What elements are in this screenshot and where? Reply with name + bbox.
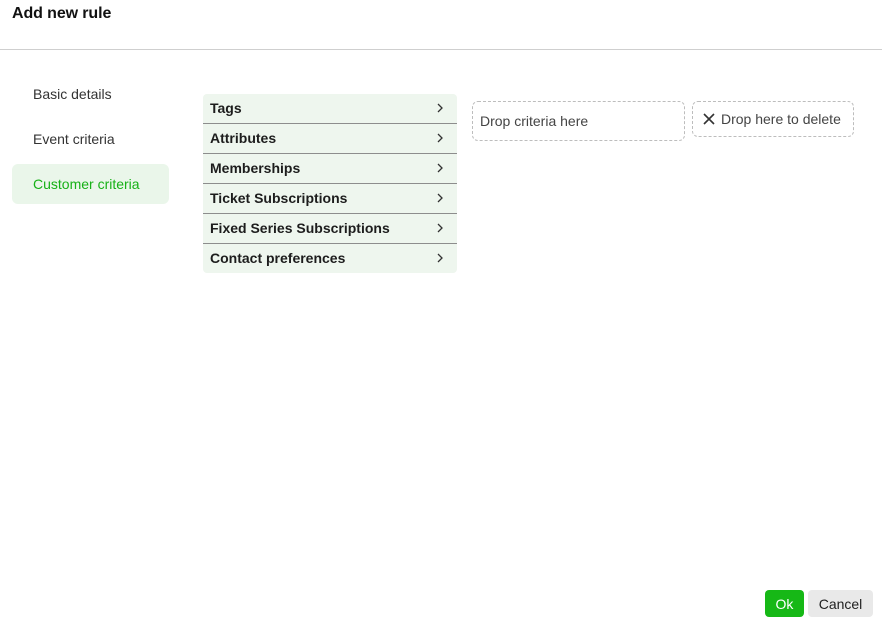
sidebar-item-label: Basic details [33,86,112,102]
dialog-title: Add new rule [12,5,112,22]
chevron-right-icon [437,103,443,113]
criteria-item-label: Attributes [210,130,277,146]
sidebar-item-label: Event criteria [33,131,115,147]
cancel-button[interactable]: Cancel [808,590,873,617]
chevron-right-icon [437,133,443,143]
criteria-item-memberships[interactable]: Memberships [203,154,457,184]
chevron-right-icon [437,163,443,173]
criteria-drop-zone[interactable]: Drop criteria here [472,101,685,141]
close-icon [703,113,715,125]
criteria-item-tags[interactable]: Tags [203,94,457,124]
chevron-right-icon [437,193,443,203]
sidebar-item-label: Customer criteria [33,176,140,192]
sidebar-item-event-criteria[interactable]: Event criteria [12,119,169,159]
sidebar-nav: Basic details Event criteria Customer cr… [12,74,169,209]
delete-zone-label: Drop here to delete [721,111,841,127]
chevron-right-icon [437,223,443,233]
criteria-list: Tags Attributes Memberships Ticket Subsc… [203,94,457,273]
criteria-item-label: Fixed Series Subscriptions [210,220,390,236]
drop-zone-label: Drop criteria here [480,113,589,129]
criteria-item-label: Tags [210,100,242,116]
chevron-right-icon [437,253,443,263]
dialog-header: Add new rule [0,0,882,50]
ok-button[interactable]: Ok [765,590,804,617]
criteria-item-fixed-series-subscriptions[interactable]: Fixed Series Subscriptions [203,214,457,244]
criteria-item-attributes[interactable]: Attributes [203,124,457,154]
criteria-item-label: Contact preferences [210,250,346,266]
criteria-item-ticket-subscriptions[interactable]: Ticket Subscriptions [203,184,457,214]
sidebar-item-basic-details[interactable]: Basic details [12,74,169,114]
criteria-item-label: Ticket Subscriptions [210,190,348,206]
criteria-item-label: Memberships [210,160,301,176]
delete-drop-zone[interactable]: Drop here to delete [692,101,854,137]
sidebar-item-customer-criteria[interactable]: Customer criteria [12,164,169,204]
criteria-item-contact-preferences[interactable]: Contact preferences [203,244,457,273]
